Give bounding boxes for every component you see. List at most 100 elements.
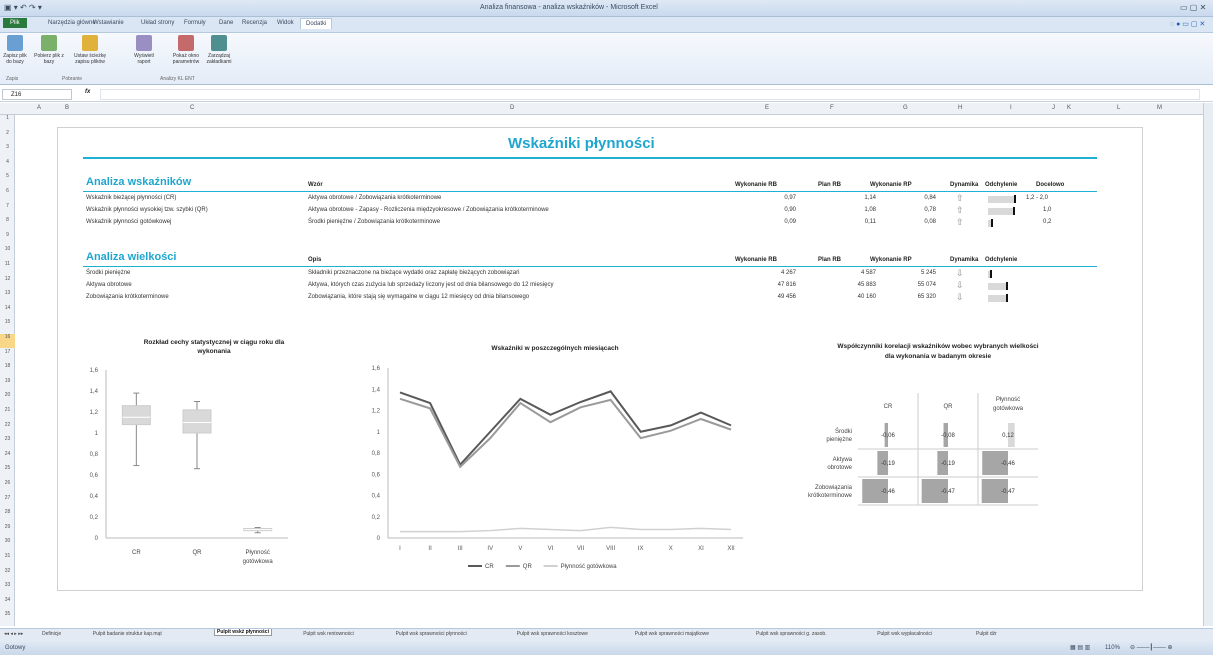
save-to-db-button[interactable]: Zapisz plik do bazy [2, 35, 28, 65]
tab-page-layout[interactable]: Układ strony [141, 20, 174, 26]
sheet-tab[interactable]: Pulpit wsk wypłacalności [877, 631, 932, 637]
row-header[interactable]: 20 [0, 392, 15, 406]
heatmap-value: -0,06 [881, 433, 895, 439]
sheet-tab[interactable]: Pulpit wsk rentowności [303, 631, 354, 637]
zoom-level[interactable]: 110% [1105, 645, 1120, 651]
row-header[interactable]: 5 [0, 173, 15, 187]
ratio-exec-rb: 0,97 [784, 195, 796, 201]
name-box[interactable]: Z16 [2, 89, 72, 100]
row-header[interactable]: 29 [0, 524, 15, 538]
row-header[interactable]: 28 [0, 509, 15, 523]
row-header[interactable]: 22 [0, 422, 15, 436]
row-header[interactable]: 32 [0, 568, 15, 582]
correlation-heatmap[interactable]: Współczynniki korelacji wskaźników wobec… [793, 338, 1083, 523]
set-path-button[interactable]: Ustaw ścieżkę zapisu plików [72, 35, 108, 65]
row-header[interactable]: 10 [0, 246, 15, 260]
line-chart[interactable]: Wskaźniki w poszczególnych miesiącach 0 0,… [343, 338, 753, 583]
row-header[interactable]: 21 [0, 407, 15, 421]
row-header[interactable]: 14 [0, 305, 15, 319]
view-buttons-icon[interactable]: ▦ ▤ ▥ [1070, 644, 1090, 651]
column-header[interactable]: E [765, 105, 769, 111]
row-header[interactable]: 9 [0, 232, 15, 246]
row-header[interactable]: 6 [0, 188, 15, 202]
column-header[interactable]: I [1010, 105, 1012, 111]
deviation-marker [989, 270, 992, 278]
ratio-name: Wskaźnik płynności gotówkowej [86, 219, 172, 225]
vertical-scrollbar[interactable] [1203, 103, 1213, 626]
row-header[interactable]: 25 [0, 465, 15, 479]
load-from-db-button[interactable]: Pobierz plik z bazy [30, 35, 68, 65]
row-header[interactable]: 2 [0, 130, 15, 144]
tab-home[interactable]: Narzędzia główne [48, 20, 96, 26]
row-header[interactable]: 19 [0, 378, 15, 392]
boxplot-chart[interactable]: Rozkład cechy statystycznej w ciągu roku… [66, 328, 298, 588]
quick-access-toolbar[interactable]: ▣ ▾ ↶ ↷ ▾ [4, 3, 42, 12]
tab-view[interactable]: Widok [277, 20, 294, 26]
formula-input[interactable] [100, 89, 1200, 100]
row-header[interactable]: 11 [0, 261, 15, 275]
row-header[interactable]: 13 [0, 290, 15, 304]
heatmap-value: -0,19 [881, 461, 895, 467]
row-header[interactable]: 30 [0, 538, 15, 552]
tab-formulas[interactable]: Formuły [184, 20, 206, 26]
column-header[interactable]: K [1067, 105, 1071, 111]
row-header[interactable]: 26 [0, 480, 15, 494]
column-header[interactable]: M [1157, 105, 1162, 111]
sheet-tab[interactable]: Pulpit badanie struktur kap.mąt [93, 631, 162, 637]
row-header[interactable]: 27 [0, 495, 15, 509]
deviation-bar [988, 295, 1006, 302]
manage-tabs-button[interactable]: Zarządzaj zakładkami [204, 35, 234, 65]
column-header[interactable]: H [958, 105, 962, 111]
row-header[interactable]: 4 [0, 159, 15, 173]
row-header[interactable]: 3 [0, 144, 15, 158]
title-underline [83, 157, 1097, 159]
tab-review[interactable]: Recenzja [242, 20, 267, 26]
row-header[interactable]: 15 [0, 319, 15, 333]
row-header[interactable]: 12 [0, 276, 15, 290]
row-header[interactable]: 17 [0, 349, 15, 363]
column-header[interactable]: G [903, 105, 908, 111]
fx-icon[interactable]: fx [85, 89, 90, 95]
row-header[interactable]: 8 [0, 217, 15, 231]
tab-insert[interactable]: Wstawianie [93, 20, 124, 26]
column-header[interactable]: D [510, 105, 514, 111]
row-header[interactable]: 34 [0, 597, 15, 611]
sheet-tab[interactable]: Pulpit wsk sprawności płynności [396, 631, 467, 637]
row-header[interactable]: 18 [0, 363, 15, 377]
help-icon[interactable]: ◌ ● ▭ ▢ ✕ [1170, 20, 1205, 28]
show-params-button[interactable]: Pokaż okno parametrów [172, 35, 200, 65]
column-header[interactable]: A [37, 105, 41, 111]
tab-file[interactable]: Plik [3, 18, 27, 28]
column-header[interactable]: C [190, 105, 194, 111]
column-header[interactable]: F [830, 105, 834, 111]
column-header[interactable]: L [1117, 105, 1120, 111]
row-header[interactable]: 1 [0, 115, 15, 129]
row-header[interactable]: 35 [0, 611, 15, 625]
y-tick-label: 0,6 [372, 472, 381, 478]
column-header[interactable]: J [1052, 105, 1055, 111]
row-header[interactable]: 31 [0, 553, 15, 567]
column-header[interactable]: B [65, 105, 69, 111]
tab-addins[interactable]: Dodatki [300, 18, 333, 29]
row-header[interactable]: 7 [0, 203, 15, 217]
row-header[interactable]: 24 [0, 451, 15, 465]
window-controls[interactable]: ▭ ▢ ✕ [1180, 3, 1206, 12]
value-description: Zobowiązania, które stają się wymagalne … [308, 294, 530, 300]
sheet-tab[interactable]: Definicje [42, 631, 61, 637]
zoom-slider[interactable]: ⊖ ───┃─── ⊕ [1130, 644, 1173, 651]
sheet-tab[interactable]: Pulpit dźr [976, 631, 997, 637]
tab-data[interactable]: Dane [219, 20, 233, 26]
sheet-tab[interactable]: Pulpit wsk sprawności kosztowe [517, 631, 588, 637]
value-exec-rb: 49 456 [777, 294, 796, 300]
dashboard-title: Wskaźniki płynności [508, 135, 655, 152]
sheet-nav-icon[interactable]: ◂◂ ◂ ▸ ▸▸ [4, 631, 23, 637]
show-report-button[interactable]: Wyświetl raport [131, 35, 157, 65]
row-header[interactable]: 16 [0, 334, 15, 348]
row-header[interactable]: 23 [0, 436, 15, 450]
sheet-tab[interactable]: Pulpit wsk sprawności majątkowe [635, 631, 709, 637]
sheet-tab[interactable]: Pulpit wskż płynności [214, 629, 272, 636]
ratio-plan-rb: 1,08 [864, 207, 876, 213]
sheet-tab[interactable]: Pulpit wsk sprawności g. zasob. [756, 631, 827, 637]
row-header[interactable]: 33 [0, 582, 15, 596]
ratio-exec-rb: 0,09 [784, 219, 796, 225]
